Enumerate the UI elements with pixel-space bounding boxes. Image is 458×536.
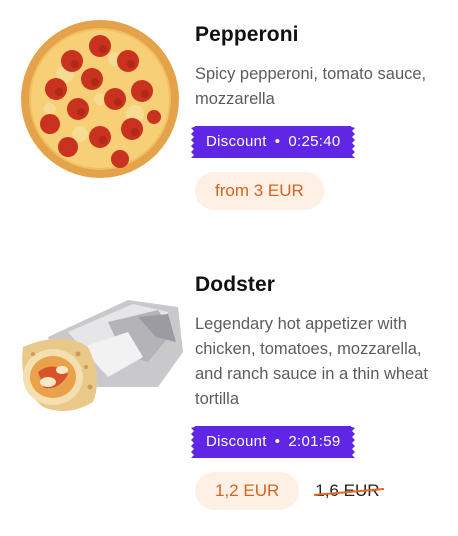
product-info: Pepperoni Spicy pepperoni, tomato sauce,… (191, 22, 448, 210)
discount-label: Discount (206, 133, 267, 150)
discount-label: Discount (206, 433, 267, 450)
discount-timer: 2:01:59 (288, 433, 341, 450)
price-button[interactable]: from 3 EUR (195, 172, 324, 210)
product-title: Dodster (195, 273, 276, 296)
separator-dot: • (274, 433, 281, 450)
product-info: Dodster Legendary hot appetizer with chi… (191, 272, 448, 510)
ticket-edge-left (191, 126, 197, 158)
price-row: 1,2 EUR 1,6 EUR (195, 472, 448, 510)
discount-timer: 0:25:40 (288, 133, 341, 150)
product-description: Spicy pepperoni, tomato sauce, mozzarell… (195, 65, 427, 108)
product-card-pepperoni[interactable]: Pepperoni Spicy pepperoni, tomato sauce,… (0, 0, 458, 230)
price-row: from 3 EUR (195, 172, 448, 210)
pepperoni-pizza-image (21, 20, 179, 178)
discount-badge: Discount • 2:01:59 (191, 426, 356, 458)
ticket-edge-right (349, 426, 356, 458)
dodster-wrap-image (22, 300, 183, 411)
product-title: Pepperoni (195, 23, 299, 46)
product-description: Legendary hot appetizer with chicken, to… (195, 315, 428, 408)
separator-dot: • (274, 133, 281, 150)
strikethrough-line (314, 488, 385, 496)
discount-badge: Discount • 0:25:40 (191, 126, 356, 158)
ticket-edge-right (349, 126, 356, 158)
old-price: 1,6 EUR (314, 481, 385, 501)
price-button[interactable]: 1,2 EUR (195, 472, 300, 510)
ticket-edge-left (191, 426, 197, 458)
